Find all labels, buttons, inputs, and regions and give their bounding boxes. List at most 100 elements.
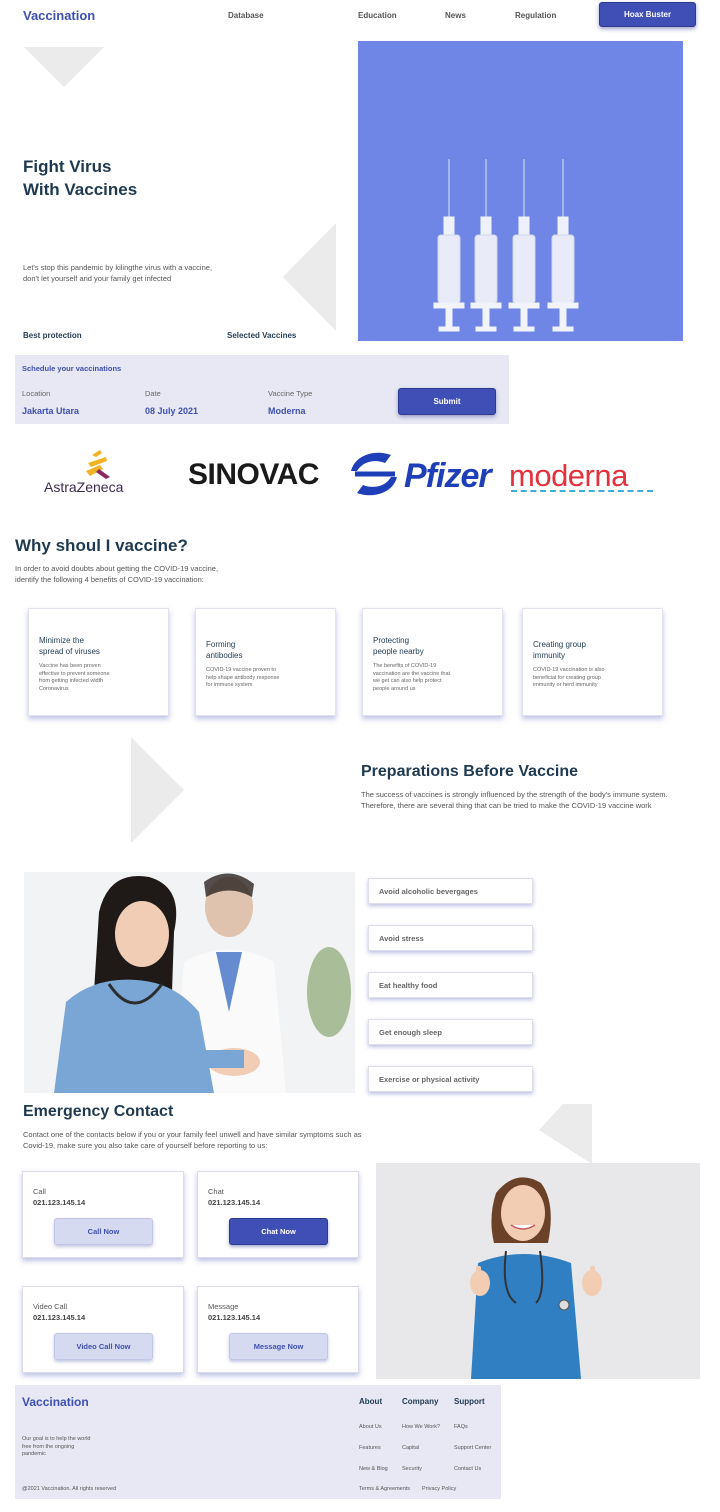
- location-label: Location: [22, 389, 51, 398]
- decorative-triangle: [24, 47, 104, 87]
- benefit-title-line2: people nearby: [373, 647, 424, 656]
- benefit-description: The benefits of COVID-19 vaccination are…: [373, 663, 451, 692]
- video-call-now-button[interactable]: Video Call Now: [54, 1333, 153, 1360]
- contact-label: Message: [208, 1302, 239, 1311]
- moderna-wordmark: moderna: [509, 458, 628, 493]
- benefit-title-line1: Protecting: [373, 636, 410, 645]
- pfizer-swirl-icon: [345, 447, 403, 508]
- why-description: In order to avoid doubts about getting t…: [15, 564, 219, 584]
- decorative-triangle: [283, 223, 336, 331]
- footer-link[interactable]: Features: [359, 1445, 381, 1451]
- contact-card-chat: Chat 021.123.145.14 Chat Now: [197, 1171, 359, 1258]
- preparation-item: Avoid stress: [368, 925, 533, 951]
- footer-heading-company: Company: [402, 1397, 439, 1406]
- preparation-item: Eat healthy food: [368, 972, 533, 998]
- benefit-card: Forming antibodies COVID-19 vaccine prov…: [195, 608, 336, 716]
- benefit-title-line1: Creating group: [533, 640, 586, 649]
- nav-link-education[interactable]: Education: [358, 11, 397, 20]
- nurse-thumbs-up-photo: [376, 1163, 700, 1379]
- hero-description: Let's stop this pandemic by kilingthe vi…: [23, 263, 213, 283]
- preparations-description: The success of vaccines is strongly infl…: [361, 790, 668, 810]
- chat-now-button[interactable]: Chat Now: [229, 1218, 328, 1245]
- benefit-title-line2: antibodies: [206, 651, 243, 660]
- contact-card-message: Message 021.123.145.14 Message Now: [197, 1286, 359, 1373]
- benefit-card: Protecting people nearby The benefits of…: [362, 608, 503, 716]
- vaccine-type-select[interactable]: Moderna: [268, 406, 306, 416]
- location-select[interactable]: Jakarta Utara: [22, 406, 79, 416]
- footer-link[interactable]: Security: [402, 1466, 422, 1472]
- hoax-buster-button[interactable]: Hoax Buster: [599, 2, 696, 27]
- contact-number: 021.123.145.14: [33, 1198, 86, 1207]
- hero-title-line2: With Vaccines: [23, 180, 138, 199]
- pfizer-wordmark: Pfizer: [404, 457, 492, 495]
- footer-heading-support: Support: [454, 1397, 485, 1406]
- footer-link[interactable]: Support Center: [454, 1445, 491, 1451]
- contact-card-call: Call 021.123.145.14 Call Now: [22, 1171, 184, 1258]
- vaccine-type-label: Vaccine Type: [268, 389, 313, 398]
- footer-link[interactable]: How We Work?: [402, 1424, 440, 1430]
- preparation-item: Get enough sleep: [368, 1019, 533, 1045]
- decorative-triangle: [539, 1104, 592, 1164]
- message-now-button[interactable]: Message Now: [229, 1333, 328, 1360]
- footer-link[interactable]: New & Blog: [359, 1466, 388, 1472]
- benefit-title-line2: immunity: [533, 651, 566, 660]
- footer-link[interactable]: Contact Us: [454, 1466, 481, 1472]
- hero-title: Fight Virus With Vaccines: [23, 155, 137, 201]
- contact-card-video-call: Video Call 021.123.145.14 Video Call Now: [22, 1286, 184, 1373]
- preparation-item: Avoid alcoholic bevergages: [368, 878, 533, 904]
- hero-syringes-image: [358, 41, 683, 341]
- benefit-title-line2: spread of viruses: [39, 647, 100, 656]
- schedule-title: Schedule your vaccinations: [22, 364, 122, 373]
- submit-button[interactable]: Submit: [398, 388, 496, 415]
- benefit-title: Creating group immunity: [533, 639, 652, 661]
- footer-tagline: Our goal is to help the world free from …: [22, 1436, 91, 1457]
- syringes-illustration: [433, 159, 579, 332]
- footer-heading-about: About: [359, 1397, 383, 1406]
- benefit-title-line1: Minimize the: [39, 636, 84, 645]
- footer-link[interactable]: Capital: [402, 1445, 419, 1451]
- contact-number: 021.123.145.14: [208, 1313, 261, 1322]
- date-label: Date: [145, 389, 161, 398]
- contact-label: Call: [33, 1187, 46, 1196]
- preparation-item: Exercise or physical activity: [368, 1066, 533, 1092]
- hero-title-line1: Fight Virus: [23, 157, 112, 176]
- schedule-panel: Schedule your vaccinations Location Jaka…: [15, 355, 509, 424]
- hero-label-best-protection: Best protection: [23, 331, 82, 340]
- benefit-description: Vaccine has been proven effective to pre…: [39, 663, 110, 692]
- footer-link[interactable]: FAQs: [454, 1424, 468, 1430]
- pfizer-logo: Pfizer: [404, 457, 492, 496]
- contact-number: 021.123.145.14: [33, 1313, 86, 1322]
- why-title: Why shoul I vaccine?: [15, 536, 188, 555]
- benefit-description: COVID-19 vaccine proven to help shape an…: [206, 667, 280, 688]
- sinovac-wordmark: SINOVAC: [188, 458, 319, 491]
- nav-link-regulation[interactable]: Regulation: [515, 11, 556, 20]
- contact-number: 021.123.145.14: [208, 1198, 261, 1207]
- benefit-description: COVID-19 vaccination is also beneficial …: [533, 667, 605, 688]
- footer-link[interactable]: Terms & Agreements: [359, 1486, 410, 1492]
- benefit-title: Minimize the spread of viruses: [39, 635, 158, 657]
- decorative-triangle: [131, 737, 184, 843]
- footer-copyright: @2021 Vaccination. All rights reserved: [22, 1486, 117, 1492]
- nav-link-database[interactable]: Database: [228, 11, 264, 20]
- benefit-title-line1: Forming: [206, 640, 236, 649]
- hero-label-selected-vaccines: Selected Vaccines: [227, 331, 297, 340]
- footer-link[interactable]: About Us: [359, 1424, 382, 1430]
- footer: Vaccination Our goal is to help the worl…: [15, 1385, 501, 1499]
- emergency-title: Emergency Contact: [23, 1103, 174, 1120]
- call-now-button[interactable]: Call Now: [54, 1218, 153, 1245]
- brand-logo[interactable]: Vaccination: [23, 8, 95, 23]
- emergency-description: Contact one of the contacts below if you…: [23, 1130, 362, 1150]
- date-select[interactable]: 08 July 2021: [145, 406, 198, 416]
- benefit-title: Forming antibodies: [206, 639, 325, 661]
- doctors-photo: [24, 872, 355, 1093]
- footer-brand[interactable]: Vaccination: [22, 1395, 89, 1409]
- moderna-logo: moderna: [509, 458, 628, 494]
- contact-label: Video Call: [33, 1302, 68, 1311]
- benefit-card: Minimize the spread of viruses Vaccine h…: [28, 608, 169, 716]
- moderna-dash-line: [511, 490, 653, 492]
- benefit-title: Protecting people nearby: [373, 635, 492, 657]
- nav-link-news[interactable]: News: [445, 11, 466, 20]
- sinovac-logo: SINOVAC: [188, 458, 319, 492]
- preparations-title: Preparations Before Vaccine: [361, 763, 578, 780]
- footer-link[interactable]: Privacy Policy: [422, 1486, 456, 1492]
